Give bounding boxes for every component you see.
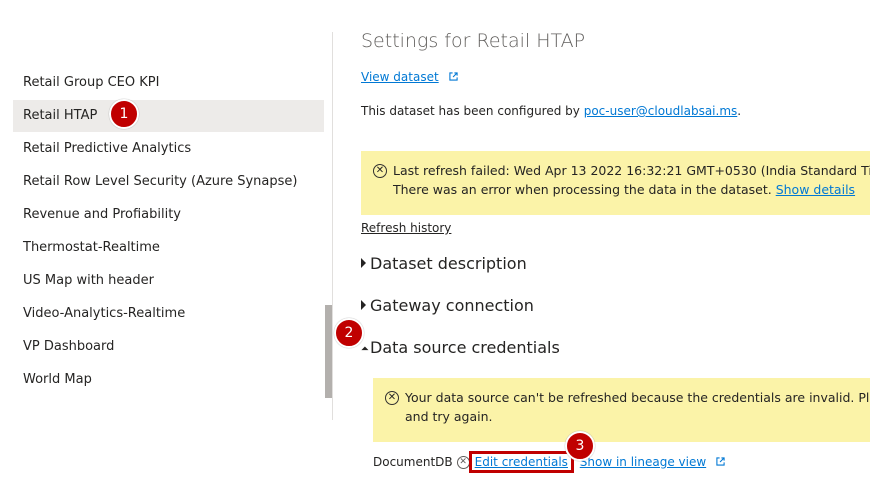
configured-prefix: This dataset has been configured by (361, 104, 584, 118)
try-again-text: and try again. (405, 409, 493, 424)
step-badge-1: 1 (109, 99, 139, 129)
sidebar-item-retail-predictive-analytics[interactable]: Retail Predictive Analytics (13, 133, 324, 165)
step-badge-2: 2 (334, 318, 364, 348)
invalid-credentials-warning: ✕ Your data source can't be refreshed bec… (373, 378, 870, 442)
refresh-failed-text: Last refresh failed: Wed Apr 13 2022 16:… (393, 163, 870, 178)
caret-right-icon (361, 299, 366, 310)
gateway-connection-label: Gateway connection (370, 296, 534, 315)
step-badge-3: 3 (565, 431, 595, 461)
page-title: Settings for Retail HTAP (361, 30, 586, 52)
sidebar-item-video-analytics-realtime[interactable]: Video-Analytics-Realtime (13, 298, 324, 330)
sidebar-item-retail-row-level-security[interactable]: Retail Row Level Security (Azure Synapse… (13, 166, 324, 198)
sidebar-scrollbar[interactable] (325, 305, 332, 398)
sidebar-item-thermostat-realtime[interactable]: Thermostat-Realtime (13, 232, 324, 264)
refresh-error-text: There was an error when processing the d… (393, 182, 772, 197)
external-link-icon (716, 457, 725, 466)
panel-divider (332, 32, 333, 420)
refresh-history-link[interactable]: Refresh history (361, 221, 451, 235)
data-source-credentials-header[interactable]: Data source credentials (361, 338, 560, 357)
sidebar-item-vp-dashboard[interactable]: VP Dashboard (13, 331, 324, 363)
data-source-credentials-label: Data source credentials (370, 338, 560, 357)
circle-x-icon: ✕ (373, 163, 387, 178)
caret-right-icon (361, 257, 366, 268)
sidebar-item-us-map-with-header[interactable]: US Map with header (13, 265, 324, 297)
view-dataset-row: View dataset (361, 70, 458, 84)
edit-credentials-link[interactable]: Edit credentials (468, 451, 574, 473)
caret-down-icon (361, 346, 369, 354)
configured-user-link[interactable]: poc-user@cloudlabsai.ms (584, 104, 738, 118)
sidebar: Retail Group CEO KPI Retail HTAP Retail … (0, 0, 330, 486)
dataset-description-label: Dataset description (370, 254, 527, 273)
show-in-lineage-view-link[interactable]: Show in lineage view (580, 455, 706, 469)
error-icon: ✕ (456, 456, 470, 469)
credential-row: DocumentDB ✕ Edit credentials Show in line… (373, 451, 725, 473)
sidebar-item-retail-group-ceo-kpi[interactable]: Retail Group CEO KPI (13, 67, 324, 99)
configured-by-text: This dataset has been configured by poc-… (361, 104, 741, 118)
sidebar-item-retail-htap[interactable]: Retail HTAP (13, 100, 324, 132)
data-source-name: DocumentDB (373, 455, 453, 469)
configured-suffix: . (737, 104, 742, 118)
circle-x-icon: ✕ (385, 390, 399, 405)
invalid-credentials-text: Your data source can't be refreshed beca… (405, 390, 870, 405)
show-details-link[interactable]: Show details (776, 182, 855, 197)
refresh-failed-warning: ✕ Last refresh failed: Wed Apr 13 2022 16… (361, 151, 870, 215)
sidebar-item-world-map[interactable]: World Map (13, 364, 324, 396)
gateway-connection-header[interactable]: Gateway connection (361, 296, 534, 315)
external-link-icon (448, 72, 458, 81)
dataset-description-header[interactable]: Dataset description (361, 254, 527, 273)
sidebar-item-revenue-and-profiability[interactable]: Revenue and Profiability (13, 199, 324, 231)
view-dataset-link[interactable]: View dataset (361, 70, 439, 84)
settings-panel: Settings for Retail HTAP View dataset Th… (361, 0, 870, 486)
